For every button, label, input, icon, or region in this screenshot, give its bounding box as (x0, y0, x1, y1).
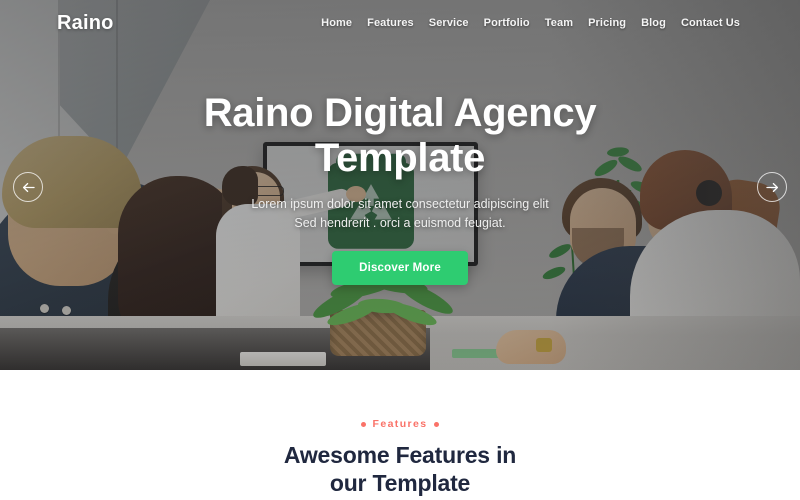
discover-more-button[interactable]: Discover More (332, 251, 468, 285)
hero-subtitle-line-2: Sed hendrerit . orci a euismod feugiat. (294, 216, 506, 230)
nav-item-service[interactable]: Service (429, 17, 469, 29)
carousel-prev-button[interactable] (13, 172, 43, 202)
nav-item-home[interactable]: Home (321, 17, 352, 29)
hero-title: Raino Digital Agency Template (140, 91, 660, 181)
hero-content: Raino Digital Agency Template Lorem ipsu… (0, 0, 800, 370)
main-navigation: Raino Home Features Service Portfolio Te… (0, 0, 800, 46)
hero-subtitle-line-1: Lorem ipsum dolor sit amet consectetur a… (251, 197, 549, 211)
nav-item-team[interactable]: Team (545, 17, 573, 29)
features-title-line-1: Awesome Features in (283, 442, 517, 468)
dot-right-icon (434, 421, 440, 427)
hero-title-line-1: Raino Digital Agency (203, 91, 597, 135)
features-section: Features Awesome Features in our Templat… (0, 370, 800, 500)
hero-subtitle: Lorem ipsum dolor sit amet consectetur a… (190, 195, 610, 233)
brand-logo[interactable]: Raino (57, 12, 114, 35)
landing-page: Raino Home Features Service Portfolio Te… (0, 0, 800, 500)
hero-title-line-2: Template (314, 136, 486, 180)
features-title-line-2: our Template (329, 470, 471, 496)
carousel-next-button[interactable] (757, 172, 787, 202)
hero-section: Raino Home Features Service Portfolio Te… (0, 0, 800, 370)
arrow-right-icon (765, 182, 778, 192)
nav-item-features[interactable]: Features (367, 17, 414, 29)
nav-links: Home Features Service Portfolio Team Pri… (321, 17, 740, 29)
nav-item-portfolio[interactable]: Portfolio (484, 17, 530, 29)
features-eyebrow: Features (360, 418, 440, 430)
nav-item-pricing[interactable]: Pricing (588, 17, 626, 29)
nav-item-blog[interactable]: Blog (641, 17, 666, 29)
arrow-left-icon (22, 182, 35, 192)
features-eyebrow-label: Features (372, 418, 428, 430)
nav-item-contact-us[interactable]: Contact Us (681, 17, 740, 29)
features-title: Awesome Features in our Template (190, 441, 610, 497)
dot-left-icon (360, 421, 366, 427)
